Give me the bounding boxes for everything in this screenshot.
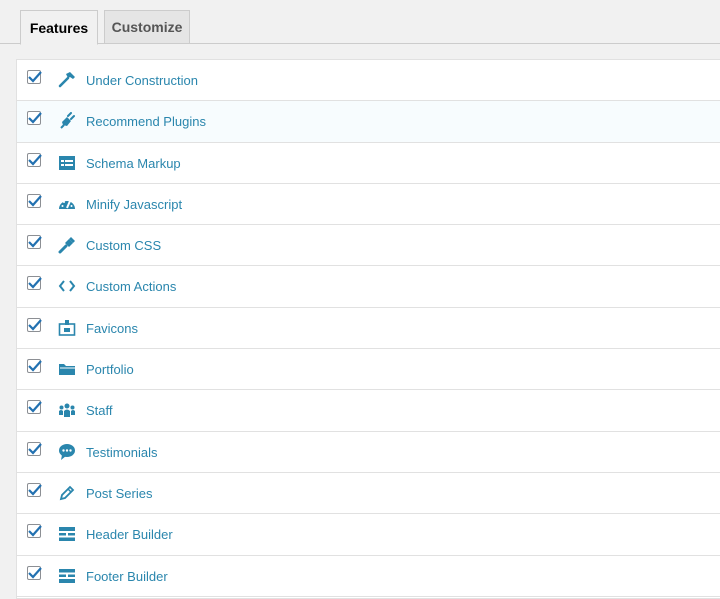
feature-label[interactable]: Recommend Plugins [86,114,206,129]
checkbox[interactable] [27,193,42,208]
checkbox[interactable] [27,276,42,291]
feature-row-minify-javascript: Minify Javascript [17,184,720,226]
feature-row-recommend-plugins: Recommend Plugins [17,101,720,143]
feature-row-footer-builder: Footer Builder [17,556,720,597]
speech-bubble-icon [58,443,76,461]
feature-label[interactable]: Favicons [86,321,138,336]
feature-label[interactable]: Custom Actions [86,279,176,294]
feature-row-staff: Staff [17,390,720,432]
checkbox[interactable] [27,152,42,167]
tab-features[interactable]: Features [20,10,98,45]
feature-row-post-series: Post Series [17,473,720,515]
checkbox[interactable] [27,359,42,374]
hammer-icon [58,71,76,89]
feature-label[interactable]: Minify Javascript [86,197,182,212]
feature-row-testimonials: Testimonials [17,432,720,473]
checkbox[interactable] [27,400,42,415]
feature-label[interactable]: Schema Markup [86,156,181,171]
features-list: Under Construction Recommend Plugins Sch… [16,59,720,599]
checkbox[interactable] [27,441,42,456]
feature-label[interactable]: Header Builder [86,527,173,542]
customizer-brush-icon [58,236,76,254]
feature-row-portfolio: Portfolio [17,349,720,391]
feature-label[interactable]: Custom CSS [86,238,161,253]
checkbox[interactable] [27,524,42,539]
schema-icon [58,154,76,172]
feature-label[interactable]: Portfolio [86,362,134,377]
feature-label[interactable]: Under Construction [86,73,198,88]
feature-label[interactable]: Post Series [86,486,152,501]
feature-label[interactable]: Staff [86,403,113,418]
id-badge-icon [58,319,76,337]
checkbox[interactable] [27,565,42,580]
feature-row-custom-css: Custom CSS [17,225,720,267]
feature-label[interactable]: Footer Builder [86,569,168,584]
checkbox[interactable] [27,317,42,332]
feature-row-favicons: Favicons [17,308,720,350]
dashboard-icon [58,195,76,213]
feature-row-under-construction: Under Construction [17,60,720,102]
footer-layout-icon [58,567,76,585]
code-icon [58,277,76,295]
checkbox[interactable] [27,235,42,250]
tab-customize[interactable]: Customize [104,10,190,44]
tab-bar: Features Customize [0,0,720,45]
feature-row-custom-actions: Custom Actions [17,266,720,308]
feature-row-header-builder: Header Builder [17,514,720,556]
checkbox[interactable] [27,70,42,84]
groups-icon [58,401,76,419]
header-layout-icon [58,525,76,543]
feature-label[interactable]: Testimonials [86,445,158,460]
checkbox[interactable] [27,482,42,497]
pencil-icon [58,484,76,502]
checkbox[interactable] [27,111,42,126]
plugin-icon [58,112,76,130]
feature-row-schema-markup: Schema Markup [17,143,720,184]
folder-icon [58,360,76,378]
